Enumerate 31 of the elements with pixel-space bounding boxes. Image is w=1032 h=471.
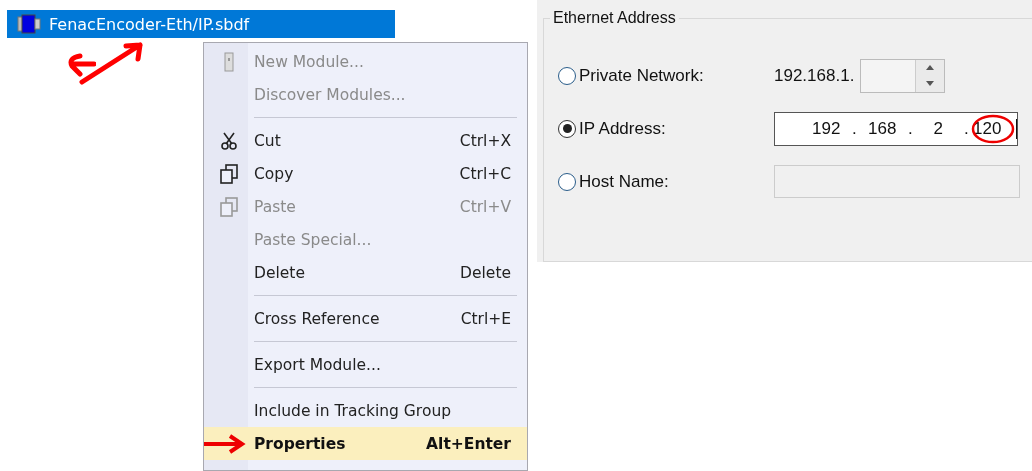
radio-button[interactable] xyxy=(558,66,576,85)
annotation-circle xyxy=(971,113,1015,144)
annotation-mark xyxy=(66,52,96,78)
ip-address-field[interactable]: 192 . 168 . 2 . 120 xyxy=(774,111,1018,146)
shortcut-text: Ctrl+V xyxy=(459,197,511,216)
radio-label: Host Name: xyxy=(579,171,669,192)
menu-item[interactable]: Export Module... xyxy=(204,348,527,381)
annotation-arrow xyxy=(202,432,246,455)
menu-item[interactable]: Cut Ctrl+X xyxy=(204,124,527,157)
menu-item[interactable]: Delete Delete xyxy=(204,256,527,289)
copy-icon xyxy=(219,163,239,184)
host-name-field[interactable] xyxy=(774,165,1020,198)
menu-item[interactable]: Include in Tracking Group xyxy=(204,394,527,427)
copy-icon xyxy=(219,196,239,217)
tree-item[interactable]: FenacEncoder-Eth/IP.sbdf xyxy=(7,10,395,38)
radio-label: IP Address: xyxy=(579,118,666,139)
shortcut-text: Delete xyxy=(460,263,511,282)
radio-button[interactable] xyxy=(558,172,576,191)
scissors-icon xyxy=(221,131,237,150)
radio-button[interactable] xyxy=(558,119,576,138)
menu-item[interactable]: Copy Ctrl+C xyxy=(204,157,527,190)
module-icon xyxy=(224,51,234,72)
shortcut-text: Ctrl+E xyxy=(460,309,511,328)
menu-item[interactable]: Cross Reference Ctrl+E xyxy=(204,302,527,335)
radio-label: Private Network: xyxy=(579,65,704,86)
shortcut-text: Ctrl+X xyxy=(459,131,511,150)
menu-item[interactable]: Properties Alt+Enter xyxy=(204,427,527,460)
module-icon xyxy=(17,14,41,34)
shortcut-text: Alt+Enter xyxy=(426,434,511,453)
shortcut-text: Ctrl+C xyxy=(459,164,511,183)
address-prefix: 192.168.1. xyxy=(774,65,855,86)
